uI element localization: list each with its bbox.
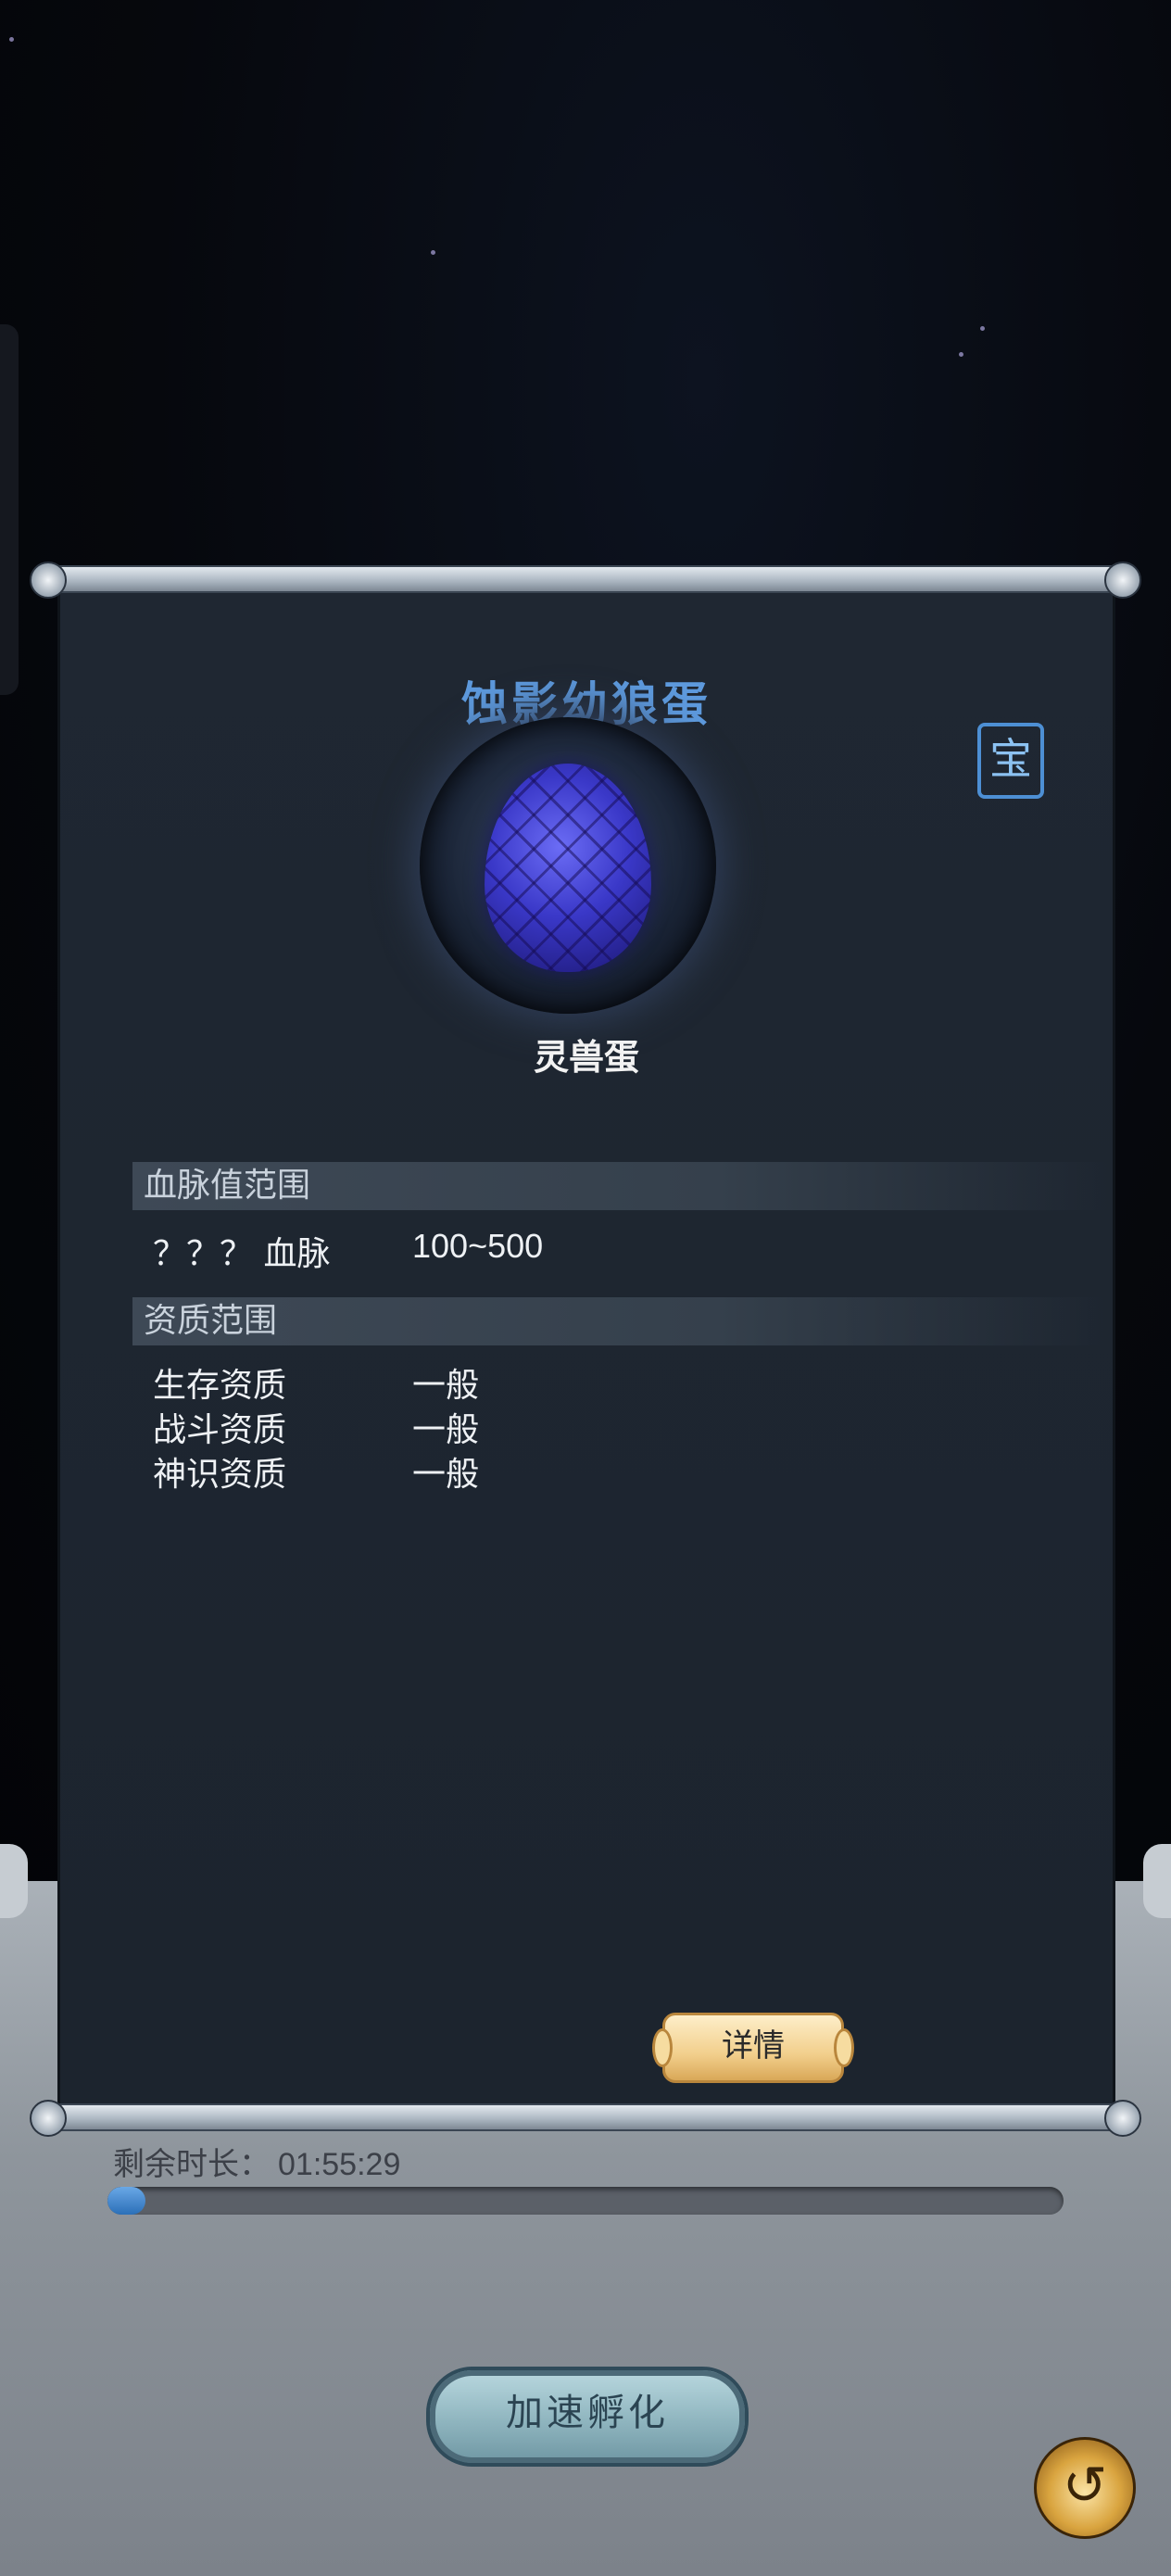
swirl-return-icon[interactable]: ↺ (1034, 2437, 1136, 2539)
bloodline-value: 100~500 (412, 1227, 544, 1265)
rail-knob (30, 562, 67, 599)
rail-knob (1104, 2100, 1141, 2137)
rail-knob (1104, 562, 1141, 599)
hatch-progress-bar (107, 2187, 1064, 2215)
aptitude-label: 战斗资质 (153, 1411, 287, 1449)
remaining-time-value: 01:55:29 (278, 2147, 401, 2182)
egg-portrait (420, 717, 716, 1014)
star (959, 352, 963, 357)
aptitude-value: 一般 (412, 1455, 480, 1493)
hatch-progress-fill (107, 2187, 146, 2215)
star (980, 326, 985, 331)
egg-info-panel: 蚀影幼狼蛋 宝 灵兽蛋 血脉值范围 ？？？ 血脉 100~500 资质范围 生存… (30, 562, 1141, 2140)
star (431, 250, 435, 255)
details-button[interactable]: 详情 (652, 2013, 854, 2083)
left-edge-tab (0, 324, 19, 695)
scroll-rail-bottom (30, 2100, 1141, 2137)
rail-knob (30, 2100, 67, 2137)
aptitude-label: 神识资质 (153, 1456, 287, 1494)
bloodline-label: ？？？ 血脉 (153, 1235, 331, 1273)
aptitude-value: 一般 (412, 1366, 480, 1404)
aptitude-section-header: 资质范围 (132, 1297, 1107, 1345)
right-frame-fragment (1143, 1844, 1171, 1918)
scroll-rail-top (30, 562, 1141, 599)
remaining-time-label: 剩余时长： (113, 2146, 271, 2183)
left-frame-fragment (0, 1844, 28, 1918)
bloodline-section-header: 血脉值范围 (132, 1162, 1107, 1210)
egg-type-label: 灵兽蛋 (533, 1036, 639, 1078)
aptitude-label: 生存资质 (153, 1367, 287, 1405)
star (9, 37, 14, 42)
aptitude-value: 一般 (412, 1410, 480, 1448)
egg-icon (485, 764, 651, 972)
treasure-seal-icon[interactable]: 宝 (977, 723, 1044, 799)
panel-body: 蚀影幼狼蛋 宝 灵兽蛋 血脉值范围 ？？？ 血脉 100~500 资质范围 生存… (57, 586, 1115, 2115)
speed-up-hatch-button[interactable]: 加速孵化 (426, 2367, 749, 2467)
remaining-time: 剩余时长： 01:55:29 (113, 2139, 400, 2184)
